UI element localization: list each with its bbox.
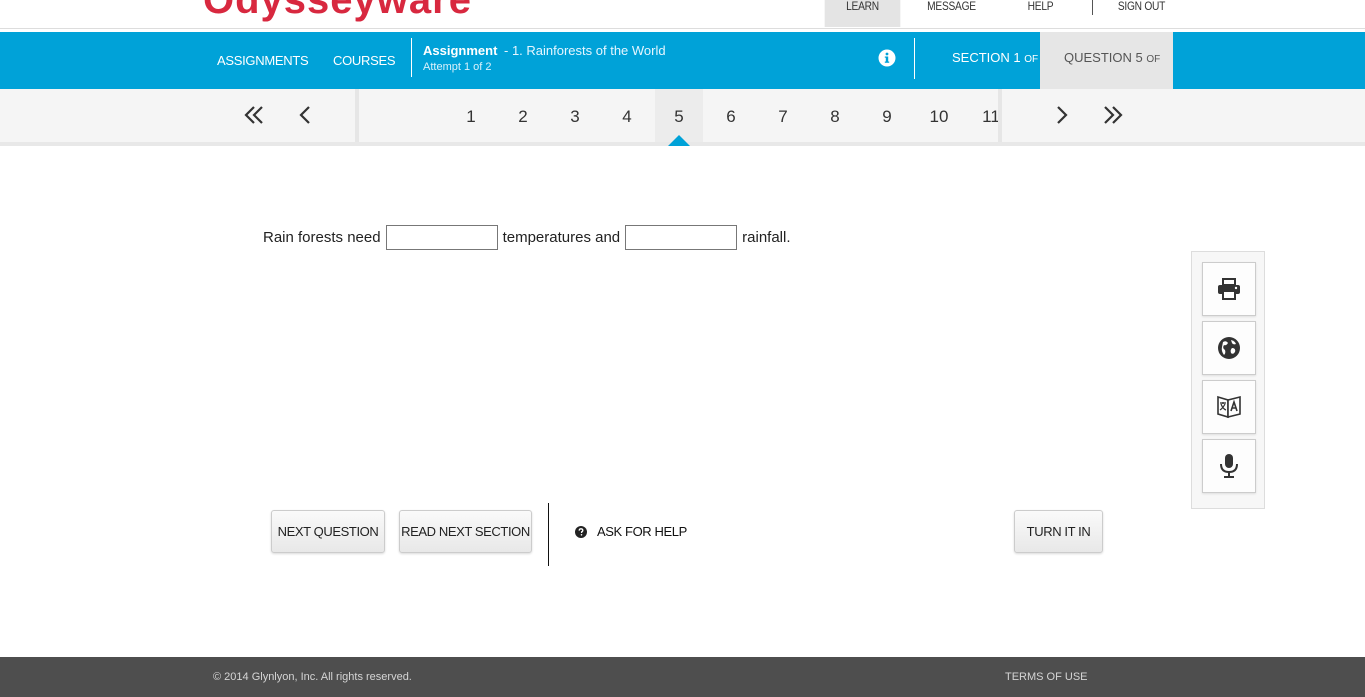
print-button[interactable] [1202, 262, 1256, 316]
nav-message[interactable]: MESSAGE [914, 0, 990, 27]
read-next-section-button[interactable]: READ NEXT SECTION [399, 510, 532, 553]
question-text: Rain forests need temperatures and rainf… [263, 225, 791, 250]
header-divider [411, 38, 412, 77]
question-number-6[interactable]: 6 [707, 89, 755, 142]
question-of: OF [1146, 54, 1161, 65]
question-number-1[interactable]: 1 [447, 89, 495, 142]
assignment-label: Assignment [423, 43, 498, 58]
last-question-icon[interactable] [1101, 103, 1125, 127]
question-number-3[interactable]: 3 [551, 89, 599, 142]
section-indicator: SECTION 1 OF 2 [952, 32, 1049, 86]
globe-button[interactable] [1202, 321, 1256, 375]
previous-question-icon[interactable] [294, 103, 318, 127]
attempt-count: Attempt 1 of 2 [423, 61, 492, 73]
question-number-4[interactable]: 4 [603, 89, 651, 142]
courses-link[interactable]: COURSES [333, 32, 396, 89]
question-number-9[interactable]: 9 [863, 89, 911, 142]
question-part-2: temperatures and [502, 229, 621, 246]
nav-divider [1092, 0, 1093, 15]
next-question-icon[interactable] [1049, 103, 1073, 127]
first-question-icon[interactable] [242, 103, 266, 127]
section-prefix: SECTION 1 [952, 50, 1021, 65]
question-number-2[interactable]: 2 [499, 89, 547, 142]
translate-button[interactable] [1202, 380, 1256, 434]
header-divider [914, 38, 915, 79]
answer-blank-1[interactable] [385, 225, 498, 250]
nav-sign-out[interactable]: SIGN OUT [1105, 0, 1179, 27]
question-part-1: Rain forests need [263, 229, 381, 246]
nav-divider [998, 89, 1002, 142]
question-number-10[interactable]: 10 [915, 89, 963, 142]
assignment-header: ASSIGNMENTS COURSES Assignment - 1. Rain… [0, 32, 1365, 119]
tools-panel [1191, 251, 1265, 509]
nav-divider [355, 89, 359, 142]
question-number-8[interactable]: 8 [811, 89, 859, 142]
footer: © 2014 Glynlyon, Inc. All rights reserve… [0, 657, 1365, 697]
translate-icon [1217, 395, 1241, 419]
copyright-text: © 2014 Glynlyon, Inc. All rights reserve… [213, 671, 412, 683]
section-of: OF [1024, 54, 1039, 65]
question-number-11[interactable]: 11 [967, 89, 1015, 142]
assignment-name: - 1. Rainforests of the World [504, 43, 666, 58]
question-circle-icon [575, 525, 587, 538]
answer-blank-2[interactable] [625, 225, 738, 250]
info-icon[interactable] [878, 49, 896, 67]
question-prefix: QUESTION 5 [1064, 50, 1143, 65]
microphone-icon [1220, 454, 1238, 478]
question-part-3: rainfall. [742, 229, 791, 246]
nav-help[interactable]: HELP [1003, 0, 1079, 27]
globe-icon [1218, 337, 1240, 359]
question-number-7[interactable]: 7 [759, 89, 807, 142]
next-question-button[interactable]: NEXT QUESTION [271, 510, 385, 553]
button-divider [548, 503, 549, 566]
ask-for-help-button[interactable]: ASK FOR HELP [575, 524, 687, 539]
turn-it-in-button[interactable]: TURN IT IN [1014, 510, 1103, 553]
terms-of-use-link[interactable]: TERMS OF USE [1005, 671, 1088, 683]
nav-learn[interactable]: LEARN [824, 0, 901, 27]
ask-for-help-label: ASK FOR HELP [597, 524, 687, 539]
odysseyware-logo[interactable]: Odysseyware [203, 0, 472, 23]
printer-icon [1218, 278, 1240, 300]
current-question-caret [668, 135, 690, 146]
question-indicator: QUESTION 5 OF 11 [1040, 32, 1173, 119]
top-bar: Odysseyware LEARN MESSAGE HELP SIGN OUT [0, 0, 1365, 29]
assignments-link[interactable]: ASSIGNMENTS [217, 32, 309, 89]
microphone-button[interactable] [1202, 439, 1256, 493]
